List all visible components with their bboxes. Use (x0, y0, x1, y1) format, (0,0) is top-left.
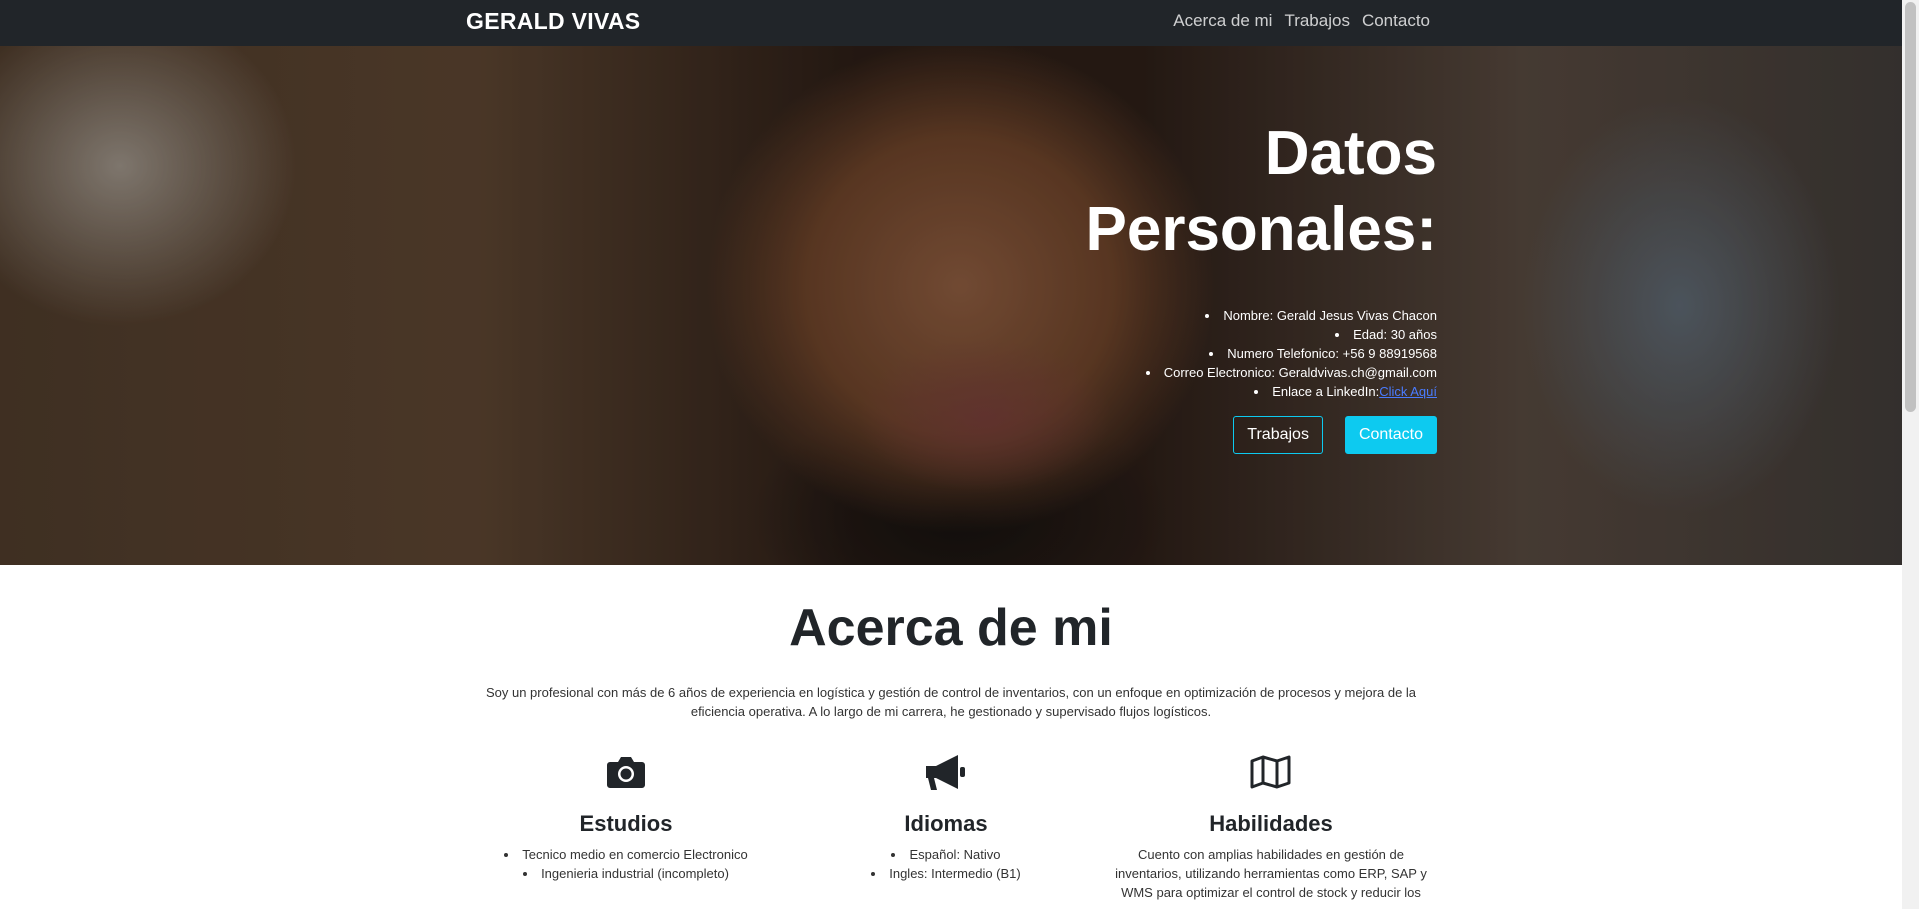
hero-buttons: Trabajos Contacto (917, 416, 1437, 454)
map-icon (1106, 750, 1436, 794)
feature-title-languages: Idiomas (904, 811, 988, 836)
brand-logo[interactable]: GERALD VIVAS (466, 8, 640, 35)
camera-icon (466, 750, 786, 794)
features-row: Estudios Tecnico medio en comercio Elect… (466, 750, 1436, 902)
contact-button[interactable]: Contacto (1344, 416, 1437, 454)
page-scrollbar[interactable] (1902, 0, 1919, 909)
hero-title: Datos Personales: (917, 116, 1437, 268)
feature-title-studies: Estudios (579, 811, 673, 836)
list-item: Español: Nativo (786, 845, 1106, 864)
info-phone: Numero Telefonico: +56 9 88919568 (917, 344, 1437, 363)
megaphone-icon (786, 750, 1106, 794)
hero-title-line1: Datos (1264, 119, 1437, 188)
nav-link-works[interactable]: Trabajos (1284, 11, 1350, 31)
info-linkedin-label: Enlace a LinkedIn: (1272, 384, 1380, 399)
nav-links: Acerca de mi Trabajos Contacto (1173, 11, 1430, 31)
languages-list: Español: Nativo Ingles: Intermedio (B1) (786, 845, 1106, 883)
navbar: GERALD VIVAS Acerca de mi Trabajos Conta… (0, 0, 1902, 46)
hero-section: Datos Personales: Nombre: Gerald Jesus V… (0, 46, 1902, 565)
info-age: Edad: 30 años (917, 325, 1437, 344)
studies-list: Tecnico medio en comercio Electronico In… (466, 845, 786, 883)
hero-title-line2: Personales: (1085, 195, 1437, 264)
feature-skills: Habilidades Cuento con amplias habilidad… (1106, 750, 1436, 902)
hero-content: Datos Personales: Nombre: Gerald Jesus V… (917, 116, 1437, 454)
list-item: Ingles: Intermedio (B1) (786, 864, 1106, 883)
info-linkedin: Enlace a LinkedIn:Click Aquí (917, 382, 1437, 401)
feature-languages: Idiomas Español: Nativo Ingles: Intermed… (786, 750, 1106, 902)
nav-link-contact[interactable]: Contacto (1362, 11, 1430, 31)
skills-text: Cuento con amplias habilidades en gestió… (1115, 847, 1427, 900)
info-email: Correo Electronico: Geraldvivas.ch@gmail… (917, 363, 1437, 382)
list-item: Ingenieria industrial (incompleto) (466, 864, 786, 883)
nav-link-about[interactable]: Acerca de mi (1173, 11, 1272, 31)
list-item: Tecnico medio en comercio Electronico (466, 845, 786, 864)
info-name: Nombre: Gerald Jesus Vivas Chacon (917, 306, 1437, 325)
feature-studies: Estudios Tecnico medio en comercio Elect… (466, 750, 786, 902)
personal-info-list: Nombre: Gerald Jesus Vivas Chacon Edad: … (917, 306, 1437, 401)
about-text: Soy un profesional con más de 6 años de … (485, 685, 1417, 719)
works-button[interactable]: Trabajos (1233, 416, 1323, 454)
linkedin-link[interactable]: Click Aquí (1379, 384, 1437, 399)
about-title: Acerca de mi (789, 599, 1113, 657)
scrollbar-thumb[interactable] (1905, 2, 1916, 412)
feature-title-skills: Habilidades (1209, 811, 1333, 836)
